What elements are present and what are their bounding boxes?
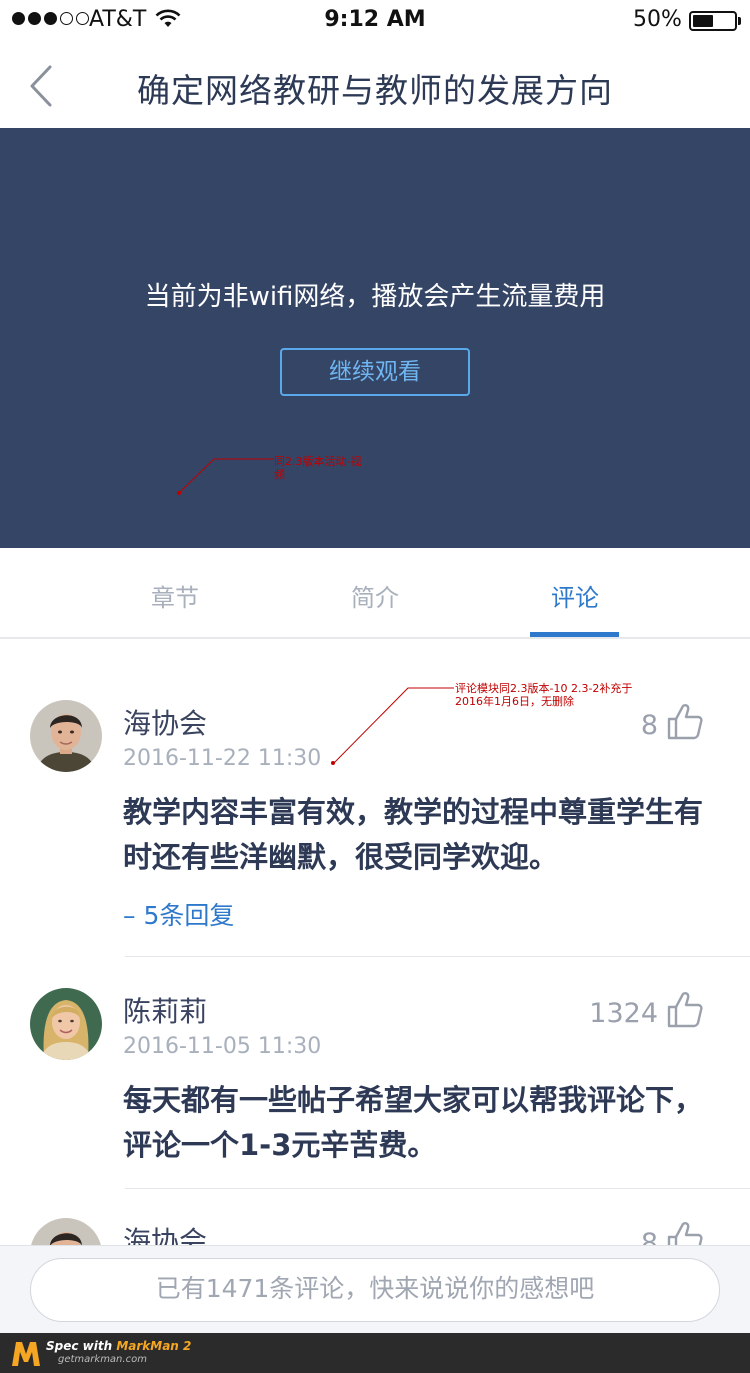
like-count: 8 xyxy=(640,710,658,741)
comment-author: 海协会 xyxy=(123,1225,208,1248)
tab-intro[interactable]: 简介 xyxy=(300,578,450,613)
tab-chapters[interactable]: 章节 xyxy=(100,578,250,613)
battery-percentage: 50% xyxy=(633,7,682,32)
comment-item: 海协会 2016-11-22 11:30 8 评论模块同2.3版本-10 2.3… xyxy=(0,682,750,958)
thumbs-up-icon[interactable] xyxy=(667,1220,703,1248)
markman-url: getmarkman.com xyxy=(58,1354,147,1365)
markman-brand: Spec with MarkMan 2 xyxy=(46,1339,192,1353)
nav-bar: 确定网络教研与教师的发展方向 xyxy=(0,40,750,128)
replies-link[interactable]: – 5条回复 xyxy=(123,896,234,932)
comment-author: 海协会 xyxy=(123,707,208,740)
annotation-marker xyxy=(331,761,335,765)
thumbs-up-icon[interactable] xyxy=(667,702,703,740)
continue-watching-button[interactable]: 继续观看 xyxy=(280,348,470,396)
markman-logo-icon xyxy=(12,1342,40,1366)
comment-time: 2016-11-05 11:30 xyxy=(123,1034,322,1059)
annotation-marker xyxy=(177,491,181,495)
network-warning-text: 当前为非wifi网络，播放会产生流量费用 xyxy=(144,282,606,312)
avatar[interactable] xyxy=(30,1218,102,1248)
thumbs-up-icon[interactable] xyxy=(667,990,703,1028)
page-title: 确定网络教研与教师的发展方向 xyxy=(137,71,613,110)
comment-text: 教学内容丰富有效，教学的过程中尊重学生有时还有些洋幽默，很受同学欢迎。 xyxy=(123,795,704,874)
markman-footer: Spec with MarkMan 2 getmarkman.com xyxy=(0,1333,750,1373)
comment-text: 每天都有一些帖子希望大家可以帮我评论下，评论一个1-3元辛苦费。 xyxy=(123,1083,704,1162)
video-player[interactable]: 当前为非wifi网络，播放会产生流量费用 继续观看 同2.3版本活动-视频 xyxy=(0,128,750,548)
page: AT&T 9:12 AM 50% 确定网络教研与教师的发展方向 当前为非wifi… xyxy=(0,0,750,1373)
comment-time: 2016-11-22 11:30 xyxy=(123,746,322,771)
active-tab-indicator xyxy=(530,632,619,637)
annotation-leader-line xyxy=(178,458,274,494)
annotation-note: 同2.3版本活动-视频 xyxy=(274,455,362,481)
avatar[interactable] xyxy=(30,988,102,1060)
comment-input[interactable]: 已有1471条评论，快来说说你的感想吧 xyxy=(30,1258,720,1322)
comment-bar: 已有1471条评论，快来说说你的感想吧 xyxy=(0,1245,750,1333)
tab-comments[interactable]: 评论 xyxy=(500,578,650,613)
tab-bar: 章节 简介 评论 xyxy=(0,548,750,639)
battery-icon xyxy=(689,11,737,31)
status-bar: AT&T 9:12 AM 50% xyxy=(0,0,750,40)
annotation-leader-line xyxy=(332,687,454,765)
comment-item: 海协会 8 xyxy=(0,1218,750,1248)
comment-item: 陈莉莉 2016-11-05 11:30 1324 每天都有一些帖子希望大家可以… xyxy=(0,988,750,1190)
annotation-note: 评论模块同2.3版本-10 2.3-2补充于2016年1月6日，无删除 xyxy=(455,682,633,708)
battery-tip xyxy=(738,17,741,25)
like-count: 1324 xyxy=(589,998,658,1029)
comment-author: 陈莉莉 xyxy=(123,995,208,1028)
avatar[interactable] xyxy=(30,700,102,772)
divider xyxy=(125,1188,750,1189)
divider xyxy=(125,956,750,957)
